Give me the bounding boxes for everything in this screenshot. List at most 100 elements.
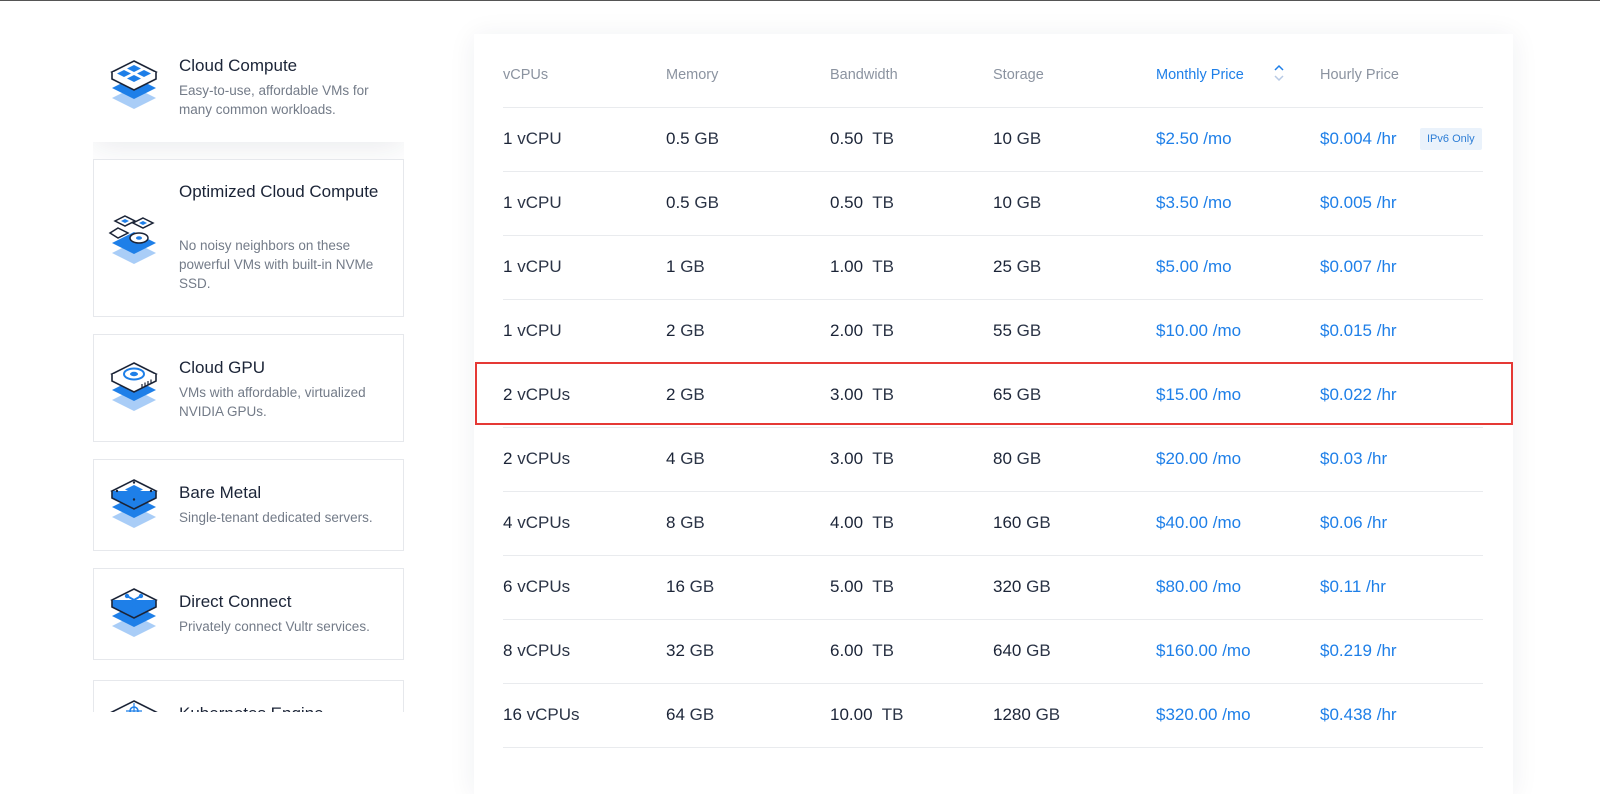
cell-vcpus-value: 2: [503, 449, 513, 468]
cell-storage-value: 160: [993, 513, 1022, 532]
cell-storage: 10 GB: [993, 129, 1041, 149]
cell-bandwidth: 0.50 TB: [830, 129, 894, 149]
cell-vcpus-value: 1: [503, 129, 513, 148]
cell-memory: 2 GB: [666, 385, 705, 405]
product-card-bare-metal[interactable]: Bare Metal Single-tenant dedicated serve…: [93, 459, 404, 551]
cell-hourly-price: $0.11 /hr: [1320, 577, 1386, 597]
cell-bandwidth-unit: TB: [872, 513, 894, 532]
card-description: VMs with affordable, virtualized NVIDIA …: [179, 385, 366, 419]
cell-vcpus-value: 16: [503, 705, 522, 724]
card-title: Optimized Cloud Compute: [179, 182, 379, 201]
cell-memory-unit: GB: [689, 641, 715, 660]
cell-hourly-price-value: $0.219: [1320, 641, 1372, 660]
cell-hourly-price: $0.06 /hr: [1320, 513, 1387, 533]
cell-memory-unit: GB: [680, 449, 705, 468]
sort-icon[interactable]: [1273, 63, 1285, 83]
table-row[interactable]: 1 vCPU 0.5 GB 0.50 TB 10 GB $2.50 /mo $0.004 …: [503, 108, 1483, 172]
cell-storage: 1280 GB: [993, 705, 1060, 725]
cell-monthly-price-unit: /mo: [1212, 321, 1242, 340]
cell-hourly-price-unit: /hr: [1376, 705, 1397, 724]
cell-vcpus-value: 1: [503, 321, 513, 340]
cell-monthly-price: $320.00 /mo: [1156, 705, 1251, 725]
column-header-hourly-price[interactable]: Hourly Price: [1320, 67, 1399, 83]
table-row[interactable]: 6 vCPUs 16 GB 5.00 TB 320 GB $80.00 /mo $0.11…: [503, 556, 1483, 620]
cell-hourly-price-unit: /hr: [1376, 641, 1397, 660]
cell-vcpus-value: 4: [503, 513, 513, 532]
cell-vcpus-value: 2: [503, 385, 513, 404]
cell-vcpus-unit: vCPUs: [526, 705, 580, 724]
cell-memory-value: 4: [666, 449, 676, 468]
cell-memory-unit: GB: [689, 577, 715, 596]
cell-memory-value: 0.5: [666, 193, 690, 212]
table-header: vCPUs Memory Bandwidth Storage Monthly P…: [503, 34, 1483, 108]
cell-storage: 320 GB: [993, 577, 1051, 597]
kubernetes-icon: [110, 700, 158, 712]
cell-memory-value: 2: [666, 385, 676, 404]
cell-monthly-price-unit: /mo: [1212, 513, 1242, 532]
optimized-compute-icon: [108, 215, 156, 264]
cell-bandwidth-value: 4.00: [830, 513, 864, 532]
cell-vcpus: 2 vCPUs: [503, 385, 570, 405]
cell-bandwidth: 10.00 TB: [830, 705, 903, 725]
cell-memory: 2 GB: [666, 321, 705, 341]
cell-storage-value: 65: [993, 385, 1012, 404]
table-row[interactable]: 4 vCPUs 8 GB 4.00 TB 160 GB $40.00 /mo $0.06 …: [503, 492, 1483, 556]
card-description: Single-tenant dedicated servers.: [179, 510, 373, 525]
table-row[interactable]: 1 vCPU 2 GB 2.00 TB 55 GB $10.00 /mo $0.015 /…: [503, 300, 1483, 364]
card-title: Cloud GPU: [179, 358, 265, 377]
column-header-bandwidth[interactable]: Bandwidth: [830, 67, 898, 83]
table-row[interactable]: 1 vCPU 1 GB 1.00 TB 25 GB $5.00 /mo $0.007 /h…: [503, 236, 1483, 300]
cell-storage-value: 80: [993, 449, 1012, 468]
cell-storage-unit: GB: [1016, 193, 1042, 212]
cell-memory-value: 8: [666, 513, 676, 532]
cell-hourly-price-value: $0.007: [1320, 257, 1372, 276]
cell-bandwidth-unit: TB: [872, 385, 894, 404]
table-row[interactable]: 16 vCPUs 64 GB 10.00 TB 1280 GB $320.00 /mo $…: [503, 684, 1483, 748]
table-row-selected[interactable]: 2 vCPUs 2 GB 3.00 TB 65 GB $15.00 /mo $0.022 …: [503, 364, 1483, 428]
cloud-compute-icon: [110, 60, 158, 109]
column-header-monthly-price[interactable]: Monthly Price: [1156, 64, 1284, 83]
product-card-cloud-gpu[interactable]: Cloud GPU VMs with affordable, virtualiz…: [93, 334, 404, 442]
cell-memory-unit: GB: [680, 321, 705, 340]
cell-vcpus-value: 8: [503, 641, 513, 660]
cell-hourly-price-unit: /hr: [1376, 129, 1397, 148]
table-row[interactable]: 2 vCPUs 4 GB 3.00 TB 80 GB $20.00 /mo $0.03 /…: [503, 428, 1483, 492]
product-card-cloud-compute[interactable]: Cloud Compute Easy-to-use, affordable VM…: [93, 32, 404, 142]
table-row[interactable]: 8 vCPUs 32 GB 6.00 TB 640 GB $160.00 /mo $0.2…: [503, 620, 1483, 684]
cell-hourly-price: $0.015 /hr: [1320, 321, 1397, 341]
cell-hourly-price-unit: /hr: [1367, 449, 1388, 468]
column-header-storage[interactable]: Storage: [993, 67, 1044, 83]
card-description: Easy-to-use, affordable VMs for many com…: [179, 83, 369, 117]
cell-storage: 65 GB: [993, 385, 1041, 405]
cell-vcpus-unit: vCPU: [517, 129, 562, 148]
cell-vcpus-unit: vCPUs: [517, 449, 571, 468]
product-card-optimized-cloud-compute[interactable]: Optimized Cloud Compute No noisy neighbo…: [93, 159, 404, 317]
product-sidebar: Cloud Compute Easy-to-use, affordable VM…: [93, 32, 404, 712]
cell-vcpus: 1 vCPU: [503, 257, 562, 277]
cell-memory: 8 GB: [666, 513, 705, 533]
column-header-monthly-label: Monthly Price: [1156, 67, 1244, 83]
cell-vcpus-unit: vCPUs: [517, 513, 571, 532]
product-card-kubernetes-engine[interactable]: Kubernetes Engine: [93, 680, 404, 712]
cell-storage-value: 10: [993, 193, 1012, 212]
column-header-vcpus[interactable]: vCPUs: [503, 67, 548, 83]
product-card-direct-connect[interactable]: Direct Connect Privately connect Vultr s…: [93, 568, 404, 660]
cell-hourly-price-unit: /hr: [1366, 577, 1386, 596]
cell-hourly-price-value: $0.438: [1320, 705, 1372, 724]
cell-storage-unit: GB: [1026, 641, 1051, 660]
cell-monthly-price-unit: /mo: [1222, 705, 1251, 724]
table-row[interactable]: 1 vCPU 0.5 GB 0.50 TB 10 GB $3.50 /mo $0.005 …: [503, 172, 1483, 236]
cell-vcpus: 1 vCPU: [503, 321, 562, 341]
cell-vcpus: 6 vCPUs: [503, 577, 570, 597]
column-header-memory[interactable]: Memory: [666, 67, 718, 83]
cell-monthly-price: $20.00 /mo: [1156, 449, 1241, 469]
cell-bandwidth-unit: TB: [872, 321, 894, 340]
cell-storage-unit: GB: [1016, 257, 1042, 276]
cell-bandwidth-unit: TB: [881, 705, 904, 724]
cell-hourly-price-value: $0.11: [1320, 577, 1362, 596]
cell-storage-unit: GB: [1016, 321, 1042, 340]
cell-memory-unit: GB: [680, 385, 705, 404]
cell-monthly-price: $3.50 /mo: [1156, 193, 1232, 213]
cell-memory-value: 1: [666, 257, 676, 276]
cell-vcpus: 2 vCPUs: [503, 449, 570, 469]
